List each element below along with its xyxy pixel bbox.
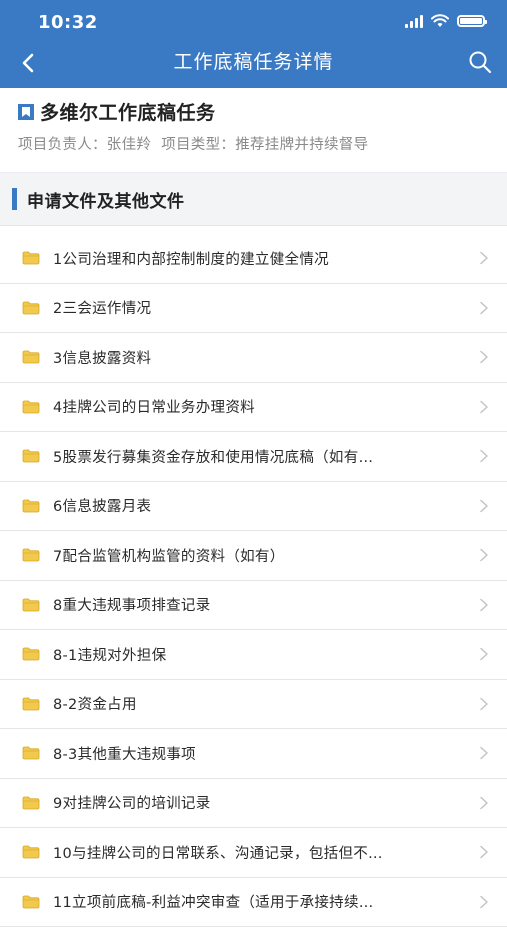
project-owner: 项目负责人：张佳羚 [18, 133, 151, 154]
top-bar: 10:32 工作底稿任务详情 [0, 0, 507, 88]
folder-icon [22, 647, 40, 661]
status-icons [405, 14, 485, 28]
list-item[interactable]: 10与挂牌公司的日常联系、沟通记录，包括但不… [0, 828, 507, 878]
list-item[interactable]: 8-3其他重大违规事项 [0, 729, 507, 779]
folder-icon [22, 301, 40, 315]
chevron-right-icon [479, 449, 489, 463]
list-item-label: 9对挂牌公司的培训记录 [53, 792, 211, 813]
folder-icon [22, 499, 40, 513]
list-item-label: 3信息披露资料 [53, 347, 151, 368]
list-item-label: 4挂牌公司的日常业务办理资料 [53, 396, 255, 417]
chevron-right-icon [479, 598, 489, 612]
signal-icon [405, 15, 423, 28]
battery-icon [457, 15, 485, 27]
page-title: 工作底稿任务详情 [0, 47, 507, 74]
list-item[interactable]: 8重大违规事项排查记录 [0, 581, 507, 631]
list-item[interactable]: 9对挂牌公司的培训记录 [0, 779, 507, 829]
chevron-right-icon [479, 845, 489, 859]
section-header: 申请文件及其他文件 [0, 172, 507, 226]
wifi-icon [431, 14, 449, 28]
list-item-label: 2三会运作情况 [53, 297, 151, 318]
list-item[interactable]: 2三会运作情况 [0, 284, 507, 334]
list-item-label: 8重大违规事项排查记录 [53, 594, 211, 615]
list-item[interactable]: 8-1违规对外担保 [0, 630, 507, 680]
folder-icon [22, 548, 40, 562]
folder-icon [22, 449, 40, 463]
folder-icon [22, 598, 40, 612]
chevron-right-icon [479, 251, 489, 265]
list-item[interactable]: 3信息披露资料 [0, 333, 507, 383]
chevron-right-icon [479, 301, 489, 315]
chevron-right-icon [479, 350, 489, 364]
folder-list: 1公司治理和内部控制制度的建立健全情况 2三会运作情况 3信息披露资料 4挂牌公司的日… [0, 234, 507, 927]
list-item[interactable]: 1公司治理和内部控制制度的建立健全情况 [0, 234, 507, 284]
bookmark-icon [18, 104, 34, 120]
task-meta: 项目负责人：张佳羚 项目类型：推荐挂牌并持续督导 [18, 133, 491, 154]
search-button[interactable] [465, 47, 495, 77]
chevron-right-icon [479, 548, 489, 562]
folder-icon [22, 697, 40, 711]
folder-icon [22, 895, 40, 909]
list-item-label: 8-3其他重大违规事项 [53, 743, 196, 764]
list-item-label: 8-1违规对外担保 [53, 644, 166, 665]
list-item[interactable]: 4挂牌公司的日常业务办理资料 [0, 383, 507, 433]
folder-icon [22, 746, 40, 760]
folder-icon [22, 845, 40, 859]
chevron-right-icon [479, 746, 489, 760]
folder-icon [22, 350, 40, 364]
chevron-right-icon [479, 647, 489, 661]
chevron-right-icon [479, 895, 489, 909]
status-bar: 10:32 [0, 0, 507, 42]
folder-icon [22, 251, 40, 265]
task-header: 多维尔工作底稿任务 项目负责人：张佳羚 项目类型：推荐挂牌并持续督导 [0, 88, 507, 172]
section-title: 申请文件及其他文件 [27, 187, 185, 212]
list-item-label: 10与挂牌公司的日常联系、沟通记录，包括但不… [53, 842, 383, 863]
list-item[interactable]: 8-2资金占用 [0, 680, 507, 730]
list-item-label: 6信息披露月表 [53, 495, 151, 516]
list-item-label: 7配合监管机构监管的资料（如有） [53, 545, 285, 566]
folder-icon [22, 796, 40, 810]
chevron-right-icon [479, 697, 489, 711]
status-time: 10:32 [38, 12, 98, 33]
section-accent-bar [12, 188, 17, 210]
list-item[interactable]: 11立项前底稿-利益冲突审查（适用于承接持续… [0, 878, 507, 927]
list-item-label: 11立项前底稿-利益冲突审查（适用于承接持续… [53, 891, 374, 912]
task-title: 多维尔工作底稿任务 [40, 98, 216, 125]
list-item[interactable]: 5股票发行募集资金存放和使用情况底稿（如有… [0, 432, 507, 482]
list-item[interactable]: 6信息披露月表 [0, 482, 507, 532]
list-item[interactable]: 7配合监管机构监管的资料（如有） [0, 531, 507, 581]
project-type: 项目类型：推荐挂牌并持续督导 [161, 133, 368, 154]
list-item-label: 5股票发行募集资金存放和使用情况底稿（如有… [53, 446, 373, 467]
nav-bar: 工作底稿任务详情 [0, 42, 507, 88]
folder-icon [22, 400, 40, 414]
search-icon [468, 50, 492, 74]
list-item-label: 8-2资金占用 [53, 693, 137, 714]
chevron-right-icon [479, 499, 489, 513]
chevron-right-icon [479, 796, 489, 810]
chevron-right-icon [479, 400, 489, 414]
list-item-label: 1公司治理和内部控制制度的建立健全情况 [53, 248, 329, 269]
